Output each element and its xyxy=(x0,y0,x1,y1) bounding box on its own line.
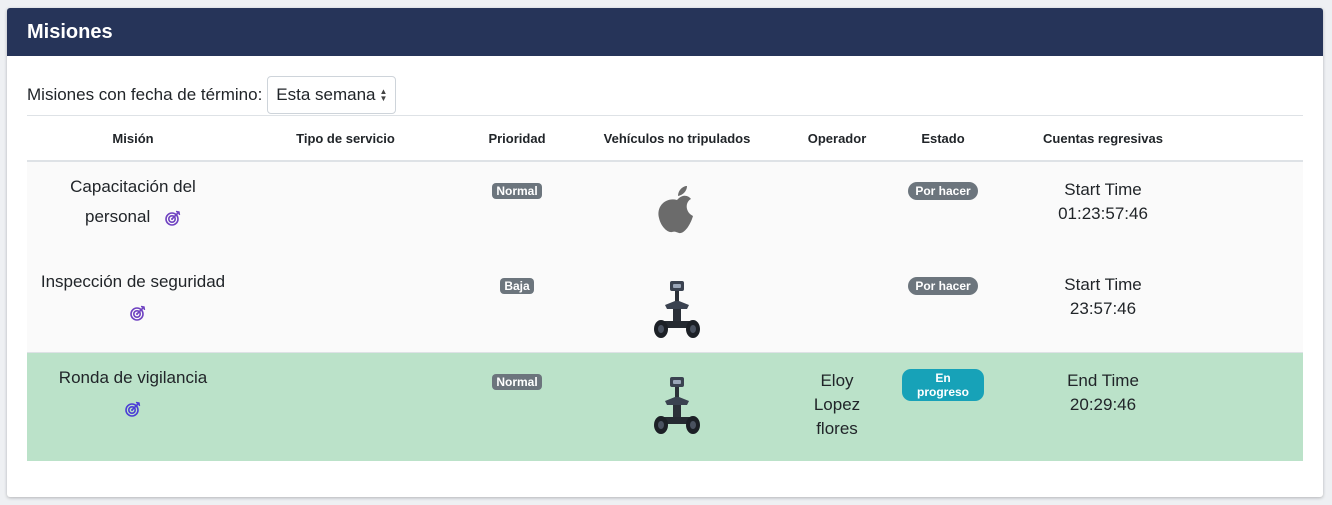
column-header-operator[interactable]: Operador xyxy=(772,131,902,146)
filter-row: Misiones con fecha de término: Esta sema… xyxy=(27,76,397,114)
mission-cell: Inspección de seguridad xyxy=(27,257,239,327)
column-header-vehicles[interactable]: Vehículos no tripulados xyxy=(582,131,772,146)
priority-badge: Normal xyxy=(492,374,542,390)
countdown-value: 20:29:46 xyxy=(1069,395,1137,414)
status-cell: En progreso xyxy=(902,353,984,403)
vehicle-cell xyxy=(582,353,772,444)
priority-cell: Normal xyxy=(452,353,582,393)
mission-name: Ronda de vigilancia xyxy=(58,368,208,387)
operator-cell xyxy=(772,162,902,178)
target-icon[interactable] xyxy=(130,305,146,321)
robot-icon xyxy=(654,281,700,338)
service-type-cell xyxy=(239,162,452,178)
date-range-select[interactable]: Esta semana ▲ ▼ xyxy=(267,76,397,114)
target-icon[interactable] xyxy=(165,210,181,226)
apple-icon xyxy=(658,186,693,234)
status-badge: En progreso xyxy=(902,369,984,401)
table-row-active[interactable]: Ronda de vigilancia Normal Eloy Lopez fl… xyxy=(27,353,1303,461)
missions-table: Misión Tipo de servicio Prioridad Vehícu… xyxy=(27,115,1303,461)
countdown-value: 01:23:57:46 xyxy=(1058,204,1148,223)
table-header: Misión Tipo de servicio Prioridad Vehícu… xyxy=(27,115,1303,162)
missions-card: Misiones Misiones con fecha de término: … xyxy=(7,8,1323,497)
column-header-countdowns[interactable]: Cuentas regresivas xyxy=(984,131,1222,146)
priority-cell: Baja xyxy=(452,257,582,297)
priority-badge: Normal xyxy=(492,183,542,199)
vehicle-cell xyxy=(582,257,772,348)
target-icon[interactable] xyxy=(125,401,141,417)
table-row[interactable]: Capacitación del personal Normal Por hac… xyxy=(27,162,1303,257)
countdown-label: Start Time xyxy=(1064,180,1142,199)
countdown-cell: End Time 20:29:46 xyxy=(984,353,1222,417)
column-header-priority[interactable]: Prioridad xyxy=(452,131,582,146)
status-cell: Por hacer xyxy=(902,162,984,202)
priority-badge: Baja xyxy=(500,278,534,294)
mission-cell: Capacitación del personal xyxy=(27,162,239,232)
status-badge: Por hacer xyxy=(908,182,978,200)
operator-cell: Eloy Lopez flores xyxy=(813,371,861,438)
mission-cell: Ronda de vigilancia xyxy=(27,353,239,423)
countdown-cell: Start Time 23:57:46 xyxy=(984,257,1222,321)
status-cell: Por hacer xyxy=(902,257,984,297)
column-header-status[interactable]: Estado xyxy=(902,131,984,146)
countdown-label: Start Time xyxy=(1064,275,1142,294)
vehicle-cell xyxy=(582,162,772,247)
card-title: Misiones xyxy=(7,8,1323,56)
status-badge: Por hacer xyxy=(908,277,978,295)
service-type-cell xyxy=(239,353,452,369)
column-header-service-type[interactable]: Tipo de servicio xyxy=(239,131,452,146)
service-type-cell xyxy=(239,257,452,273)
priority-cell: Normal xyxy=(452,162,582,202)
column-header-mission[interactable]: Misión xyxy=(27,131,239,146)
countdown-value: 23:57:46 xyxy=(1069,299,1137,318)
mission-name: Inspección de seguridad xyxy=(40,272,226,291)
select-arrows-icon: ▲ ▼ xyxy=(379,87,388,103)
countdown-cell: Start Time 01:23:57:46 xyxy=(984,162,1222,226)
filter-label: Misiones con fecha de término: xyxy=(27,85,263,104)
operator-cell xyxy=(772,257,902,273)
date-range-select-value: Esta semana xyxy=(276,85,376,104)
countdown-label: End Time xyxy=(1067,371,1139,390)
table-row[interactable]: Inspección de seguridad Baja Por hacer S… xyxy=(27,257,1303,353)
robot-icon xyxy=(654,377,700,434)
